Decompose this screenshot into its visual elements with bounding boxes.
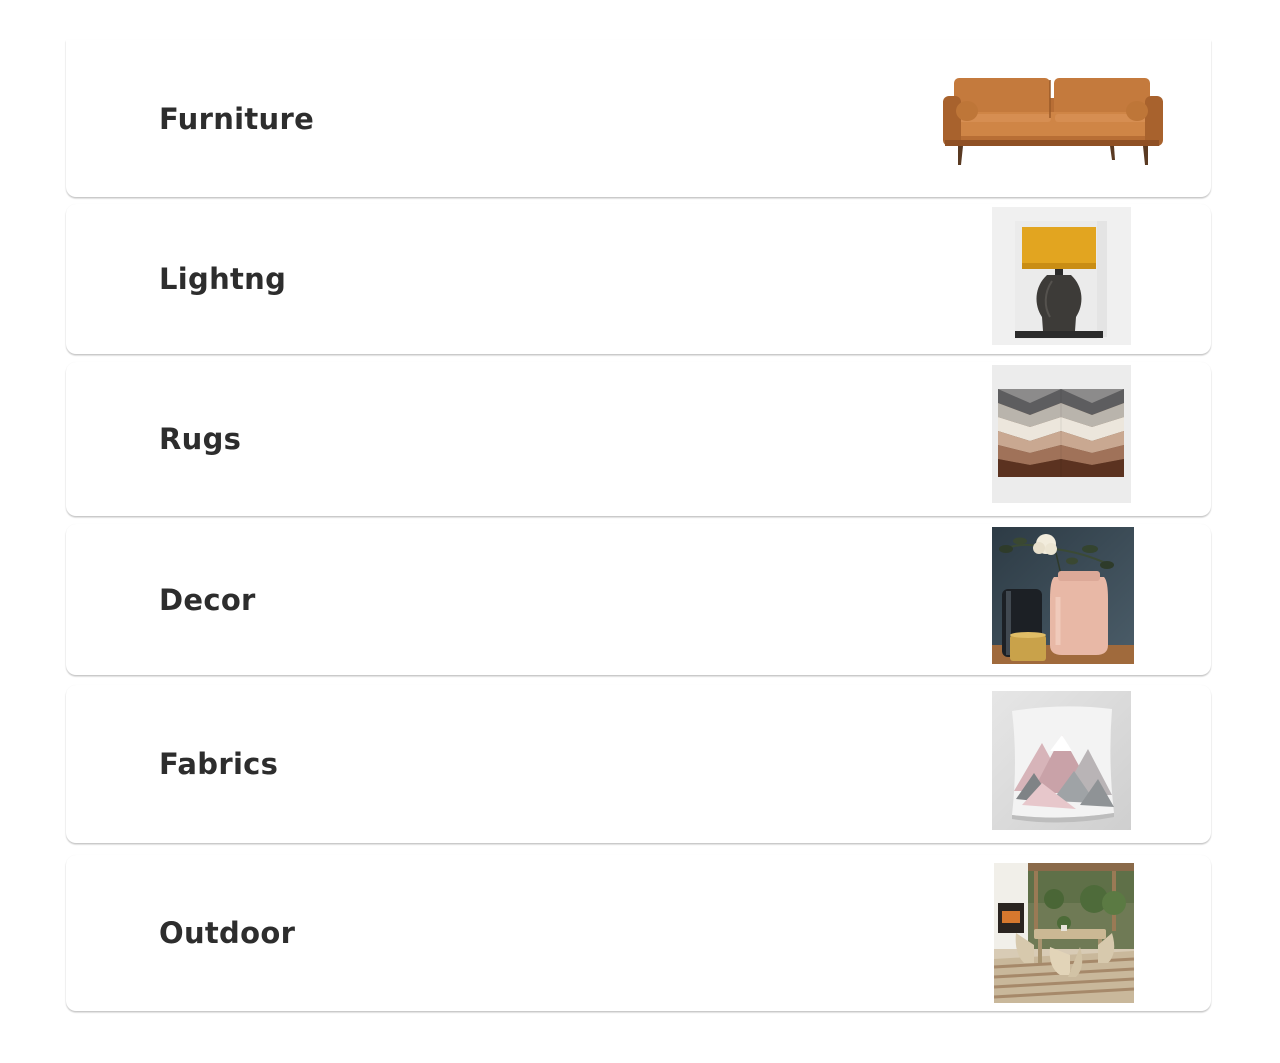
vases-with-flowers-image	[992, 527, 1134, 664]
category-label: Fabrics	[159, 747, 279, 781]
category-label: Lightng	[159, 262, 287, 296]
category-label: Outdoor	[159, 916, 296, 950]
category-card-furniture[interactable]: Furniture	[66, 40, 1211, 197]
table-lamp-image	[992, 207, 1131, 345]
throw-pillow-image	[992, 691, 1131, 830]
category-label: Rugs	[159, 422, 242, 456]
category-card-rugs[interactable]: Rugs	[66, 362, 1211, 516]
patio-dining-set-image	[994, 863, 1134, 1003]
category-label: Furniture	[159, 101, 315, 136]
category-card-decor[interactable]: Decor	[66, 524, 1211, 675]
category-card-lighting[interactable]: Lightng	[66, 204, 1211, 354]
sofa-image	[942, 74, 1164, 168]
category-card-outdoor[interactable]: Outdoor	[66, 855, 1211, 1011]
geometric-rug-image	[992, 365, 1131, 503]
category-label: Decor	[159, 582, 256, 617]
category-card-fabrics[interactable]: Fabrics	[66, 685, 1211, 843]
